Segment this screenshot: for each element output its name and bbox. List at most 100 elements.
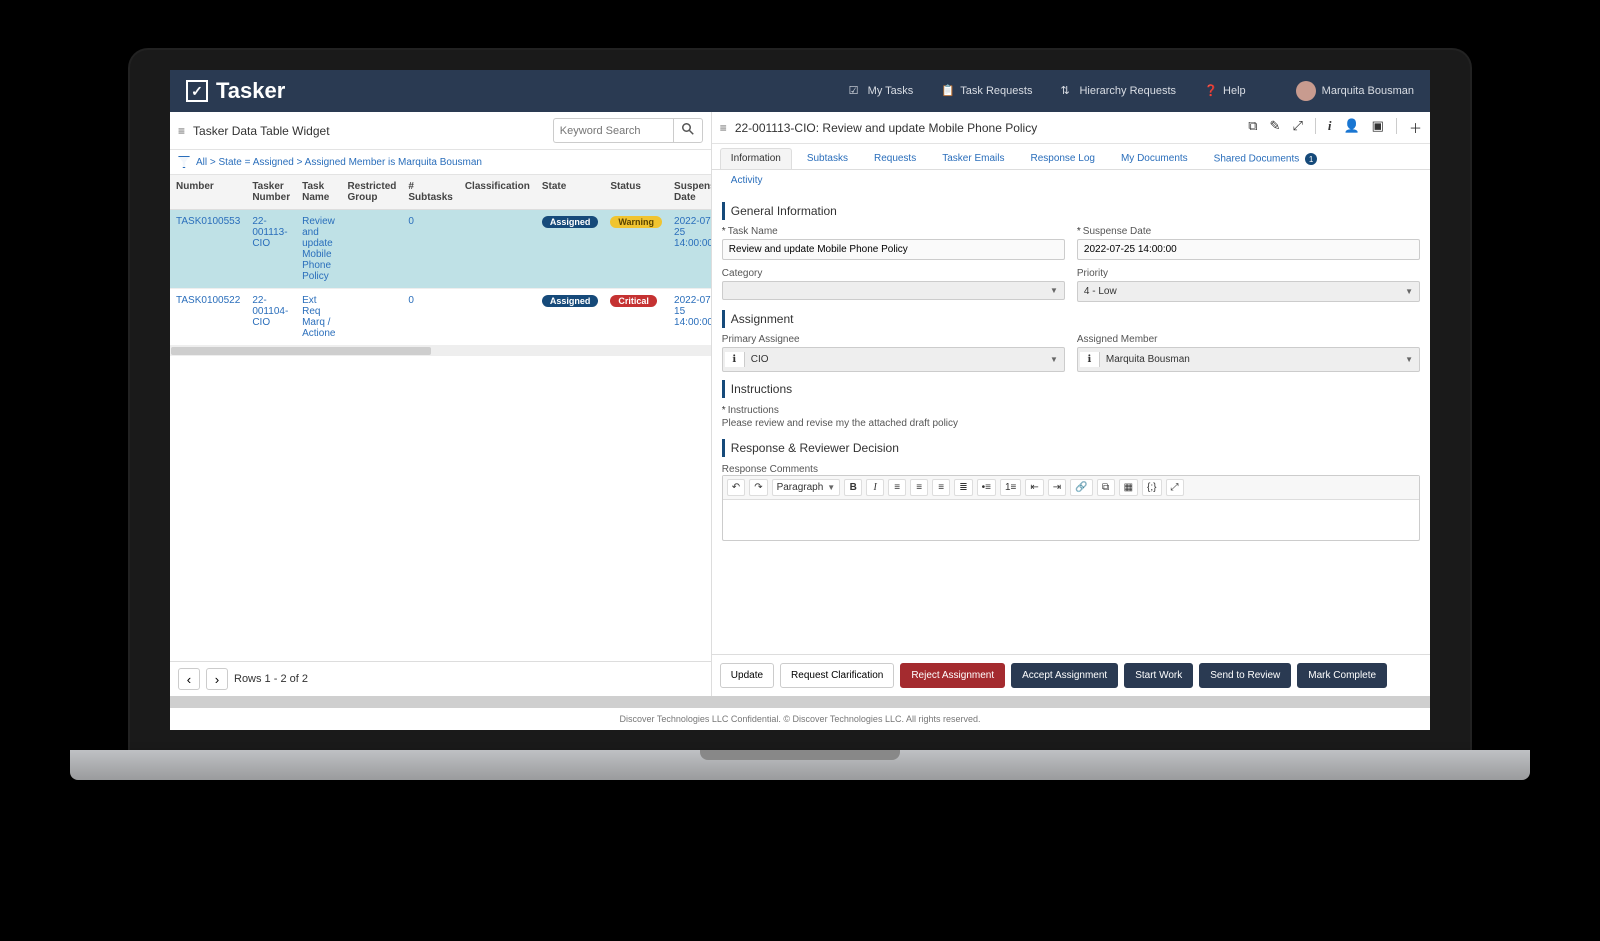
tab-shared-documents[interactable]: Shared Documents 1	[1203, 148, 1328, 169]
mark-complete-button[interactable]: Mark Complete	[1297, 663, 1387, 688]
status-badge: Warning	[610, 216, 662, 228]
right-pane-header: ≡ 22-001113-CIO: Review and update Mobil…	[712, 112, 1430, 144]
chevron-down-icon: ▼	[827, 483, 835, 492]
nav-my-tasks[interactable]: ☑ My Tasks	[849, 84, 914, 98]
table-row[interactable]: TASK0100553 22-001113-CIO Review and upd…	[170, 210, 711, 289]
tab-information[interactable]: Information	[720, 148, 792, 169]
tab-response-log[interactable]: Response Log	[1019, 148, 1106, 169]
unlink-icon[interactable]: ⧉	[1097, 479, 1115, 496]
clipboard-icon[interactable]: ▣	[1372, 118, 1384, 137]
primary-assignee-select[interactable]: ℹCIO▼	[722, 347, 1065, 372]
horizontal-scrollbar[interactable]	[170, 346, 711, 356]
reject-assignment-button[interactable]: Reject Assignment	[900, 663, 1005, 688]
align-center-icon[interactable]: ≡	[910, 479, 928, 496]
subtabs: Activity	[712, 170, 1430, 190]
assigned-member-select[interactable]: ℹMarquita Bousman▼	[1077, 347, 1420, 372]
assigned-member-label: Assigned Member	[1077, 334, 1420, 345]
tab-subtasks[interactable]: Subtasks	[796, 148, 859, 169]
col-status[interactable]: Status	[604, 175, 668, 210]
col-tasker-number[interactable]: Tasker Number	[246, 175, 296, 210]
shared-docs-badge: 1	[1305, 153, 1317, 165]
indent-icon[interactable]: ⇥	[1048, 479, 1066, 496]
bullet-list-icon[interactable]: •≡	[977, 479, 996, 496]
response-comments-label: Response Comments	[722, 464, 818, 475]
status-badge: Critical	[610, 295, 657, 307]
footer-text: Discover Technologies LLC Confidential. …	[170, 708, 1430, 730]
col-suspense[interactable]: Suspense Date	[668, 175, 711, 210]
number-list-icon[interactable]: 1≡	[1000, 479, 1021, 496]
search-button[interactable]	[673, 118, 703, 143]
right-pane: ≡ 22-001113-CIO: Review and update Mobil…	[712, 112, 1430, 696]
add-icon[interactable]: ＋	[1409, 118, 1422, 137]
col-number[interactable]: Number	[170, 175, 246, 210]
nav-task-requests[interactable]: 📋 Task Requests	[941, 84, 1032, 98]
search-input[interactable]	[553, 118, 673, 143]
search-icon	[682, 123, 694, 135]
col-state[interactable]: State	[536, 175, 605, 210]
rich-text-editor: ↶ ↷ Paragraph▼ B I ≡ ≡ ≡ ≣ •≡ 1≡	[722, 475, 1420, 541]
col-classification[interactable]: Classification	[459, 175, 536, 210]
app-logo[interactable]: ✓ Tasker	[186, 78, 285, 104]
nav-hierarchy-requests-label: Hierarchy Requests	[1079, 85, 1176, 97]
help-icon: ❓	[1204, 84, 1218, 98]
tab-requests[interactable]: Requests	[863, 148, 927, 169]
outdent-icon[interactable]: ⇤	[1025, 479, 1043, 496]
fullscreen-icon[interactable]: ⤢	[1166, 479, 1184, 496]
avatar	[1296, 81, 1316, 101]
code-icon[interactable]: {;}	[1142, 479, 1161, 496]
primary-assignee-label: Primary Assignee	[722, 334, 1065, 345]
nav-hierarchy-requests[interactable]: ⇅ Hierarchy Requests	[1060, 84, 1176, 98]
cell-state: Assigned	[536, 289, 605, 346]
suspense-date-input[interactable]	[1077, 239, 1420, 260]
table-row[interactable]: TASK0100522 22-001104-CIO Ext Req Marq /…	[170, 289, 711, 346]
rte-body[interactable]	[723, 500, 1419, 540]
subtab-activity[interactable]: Activity	[720, 170, 774, 190]
prev-page-button[interactable]: ‹	[178, 668, 200, 690]
task-name-input[interactable]	[722, 239, 1065, 260]
check-square-icon: ☑	[849, 84, 863, 98]
chevron-down-icon: ▼	[1050, 286, 1058, 295]
action-bar: Update Request Clarification Reject Assi…	[712, 654, 1430, 696]
tab-my-documents[interactable]: My Documents	[1110, 148, 1199, 169]
priority-select[interactable]: 4 - Low▼	[1077, 281, 1420, 302]
category-select[interactable]: ▼	[722, 281, 1065, 300]
align-justify-icon[interactable]: ≣	[954, 479, 972, 496]
hamburger-icon[interactable]: ≡	[178, 124, 185, 138]
start-work-button[interactable]: Start Work	[1124, 663, 1193, 688]
filter-bar[interactable]: All > State = Assigned > Assigned Member…	[170, 150, 711, 175]
tab-tasker-emails[interactable]: Tasker Emails	[931, 148, 1015, 169]
italic-button[interactable]: I	[866, 479, 884, 496]
cell-number: TASK0100553	[170, 210, 246, 289]
image-icon[interactable]: ▦	[1119, 479, 1138, 496]
col-task-name[interactable]: Task Name	[296, 175, 341, 210]
update-button[interactable]: Update	[720, 663, 774, 688]
tree-icon[interactable]: ⧉	[1248, 118, 1257, 137]
paragraph-select[interactable]: Paragraph▼	[772, 479, 841, 496]
user-menu[interactable]: Marquita Bousman	[1296, 81, 1414, 101]
redo-icon[interactable]: ↷	[749, 479, 767, 496]
hamburger-icon[interactable]: ≡	[720, 121, 727, 135]
col-restricted-group[interactable]: Restricted Group	[341, 175, 402, 210]
chevron-down-icon: ▼	[1050, 355, 1058, 364]
rte-toolbar: ↶ ↷ Paragraph▼ B I ≡ ≡ ≡ ≣ •≡ 1≡	[723, 476, 1419, 500]
info-icon[interactable]: i	[1328, 118, 1332, 137]
expand-icon[interactable]: ⤢	[1292, 118, 1302, 137]
request-clarification-button[interactable]: Request Clarification	[780, 663, 894, 688]
app-screen: ✓ Tasker ☑ My Tasks 📋 Task Requests ⇅ Hi…	[170, 70, 1430, 730]
task-table: Number Tasker Number Task Name Restricte…	[170, 175, 711, 346]
send-to-review-button[interactable]: Send to Review	[1199, 663, 1291, 688]
next-page-button[interactable]: ›	[206, 668, 228, 690]
divider	[1396, 118, 1397, 134]
person-icon[interactable]: 👤	[1343, 118, 1359, 137]
link-icon[interactable]: 🔗	[1070, 479, 1092, 496]
bold-button[interactable]: B	[844, 479, 862, 496]
accept-assignment-button[interactable]: Accept Assignment	[1011, 663, 1118, 688]
align-right-icon[interactable]: ≡	[932, 479, 950, 496]
cell-class	[459, 289, 536, 346]
undo-icon[interactable]: ↶	[727, 479, 745, 496]
edit-icon[interactable]: ✎	[1270, 118, 1281, 137]
task-name-label: Task Name	[722, 226, 1065, 237]
col-subtasks[interactable]: # Subtasks	[402, 175, 458, 210]
align-left-icon[interactable]: ≡	[888, 479, 906, 496]
nav-help[interactable]: ❓ Help	[1204, 84, 1246, 98]
